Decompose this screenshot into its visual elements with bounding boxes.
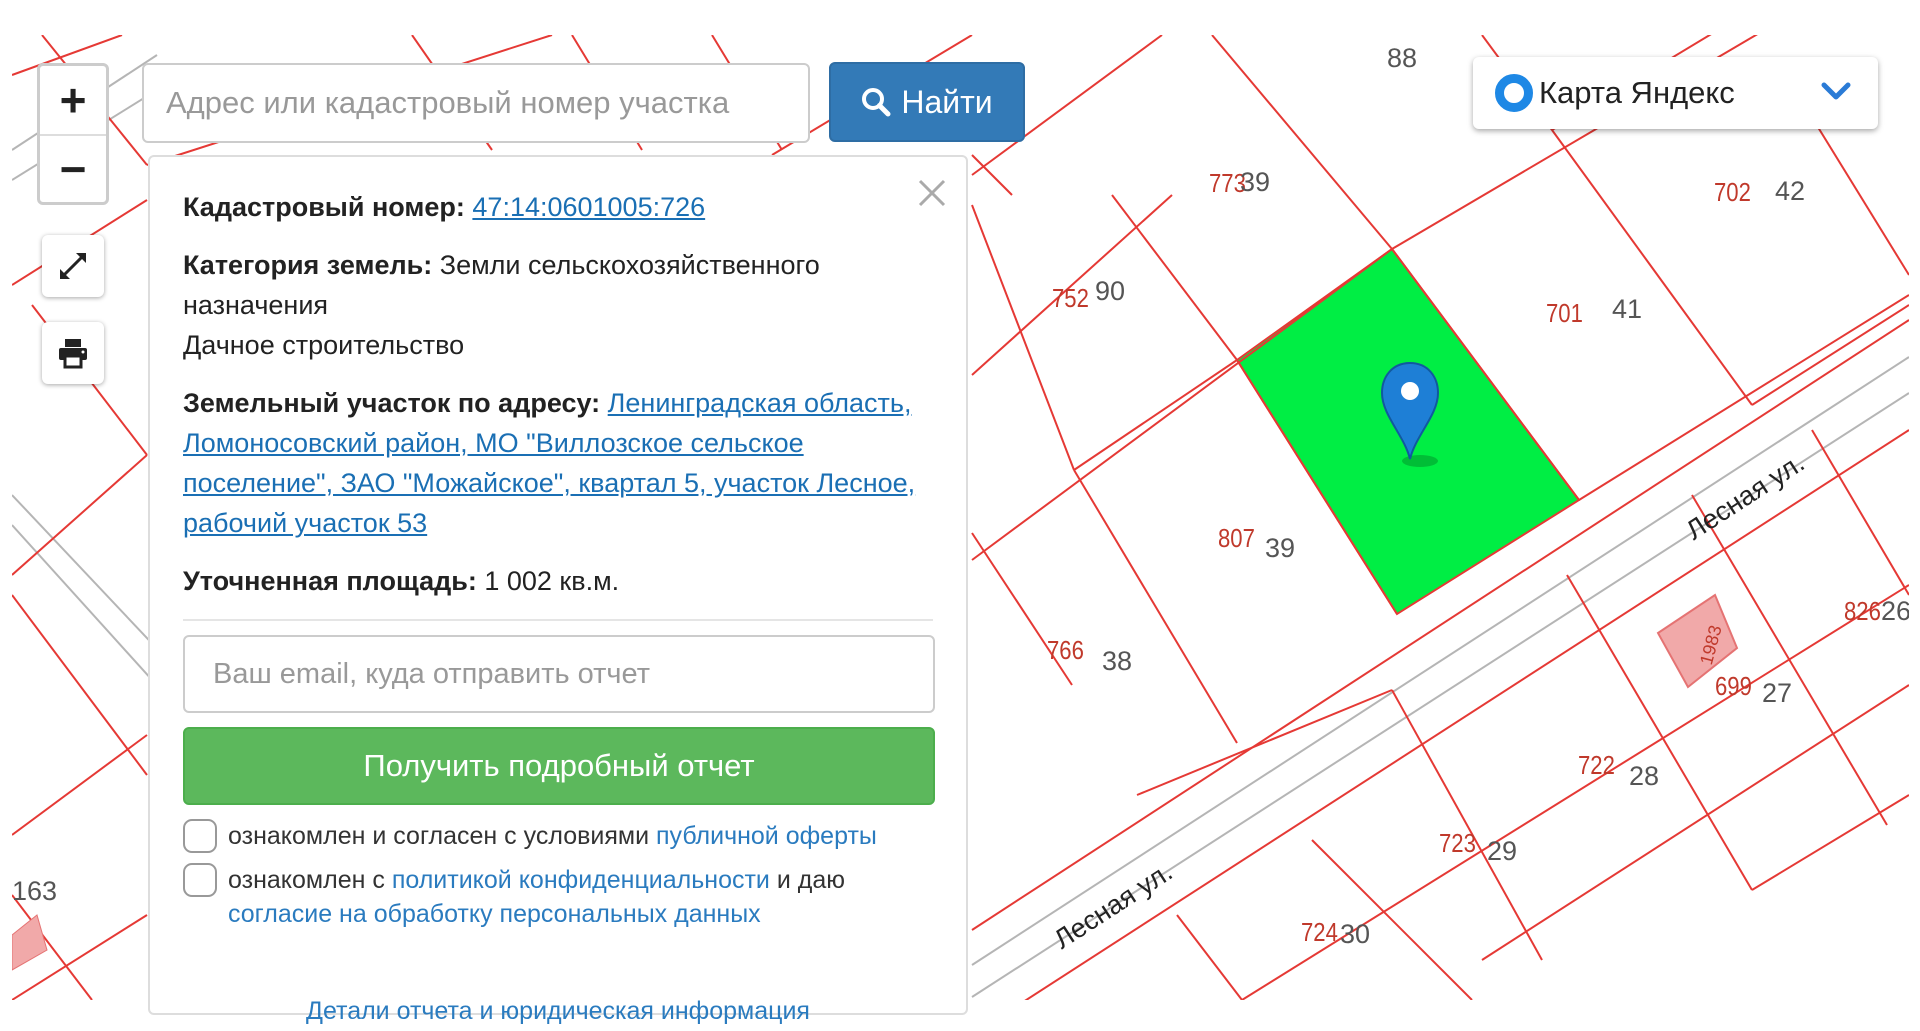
house-number: 88 xyxy=(1387,43,1418,73)
privacy-consent-text: ознакомлен с xyxy=(228,866,385,894)
zoom-control: + − xyxy=(37,63,109,205)
radio-selected-icon xyxy=(1495,74,1533,112)
house-number: 30 xyxy=(1340,919,1371,949)
privacy-consent-row: ознакомлен с политикой конфиденциальност… xyxy=(183,863,933,931)
address-label: Земельный участок по адресу: xyxy=(183,388,601,418)
house-number: 27 xyxy=(1762,678,1793,708)
offer-consent-checkbox[interactable] xyxy=(183,819,217,853)
area-label: Уточненная площадь: xyxy=(183,566,477,596)
house-number: 39 xyxy=(1240,167,1271,197)
offer-consent-row: ознакомлен и согласен с условиями публич… xyxy=(183,819,933,853)
plot-number: 807 xyxy=(1218,523,1255,553)
building-left xyxy=(12,914,48,971)
chevron-down-icon xyxy=(1821,82,1851,100)
house-number: 29 xyxy=(1487,836,1518,866)
address-row: Земельный участок по адресу: Ленинградск… xyxy=(183,383,933,543)
public-offer-link[interactable]: публичной оферты xyxy=(656,822,877,850)
house-number: 38 xyxy=(1102,646,1133,676)
print-button[interactable] xyxy=(42,322,104,384)
divider xyxy=(183,619,933,621)
plot-number: 826 xyxy=(1844,596,1881,626)
house-number: 41 xyxy=(1612,294,1643,324)
land-usage-value: Дачное строительство xyxy=(183,330,465,360)
search-button-label: Найти xyxy=(901,83,993,120)
privacy-policy-link[interactable]: политикой конфиденциальности xyxy=(392,866,770,894)
zoom-in-button[interactable]: + xyxy=(40,66,106,134)
plot-number: 723 xyxy=(1439,828,1476,858)
personal-data-consent-link[interactable]: согласие на обработку персональных данны… xyxy=(228,900,761,928)
close-icon[interactable] xyxy=(916,177,948,209)
search-button[interactable]: Найти xyxy=(829,62,1025,142)
email-field[interactable] xyxy=(183,635,935,713)
cadastral-number-label: Кадастровый номер: xyxy=(183,192,465,222)
map-layer-select[interactable]: Карта Яндекс xyxy=(1473,57,1878,129)
area-row: Уточненная площадь: 1 002 кв.м. xyxy=(183,561,933,601)
printer-icon xyxy=(59,339,87,369)
privacy-consent-checkbox[interactable] xyxy=(183,863,217,897)
search-icon xyxy=(862,88,891,117)
plot-number: 722 xyxy=(1578,750,1615,780)
plot-number: 766 xyxy=(1047,635,1084,665)
cadastral-number-link[interactable]: 47:14:0601005:726 xyxy=(472,192,705,222)
parcel-info-panel: Кадастровый номер: 47:14:0601005:726 Кат… xyxy=(148,155,968,1025)
house-number: 26 xyxy=(1881,596,1909,626)
plot-number: 752 xyxy=(1052,283,1089,313)
report-details-link[interactable]: Детали отчета и юридическая информация xyxy=(183,991,933,1031)
house-number: 28 xyxy=(1629,761,1660,791)
zoom-out-button[interactable]: − xyxy=(40,134,106,202)
expand-icon xyxy=(60,253,86,279)
fullscreen-button[interactable] xyxy=(42,235,104,297)
plot-number: 699 xyxy=(1715,671,1752,701)
plot-number: 724 xyxy=(1301,917,1338,947)
house-number: 39 xyxy=(1265,533,1296,563)
plot-number: 702 xyxy=(1714,177,1751,207)
land-category-row: Категория земель: Земли сельскохозяйстве… xyxy=(183,245,933,365)
privacy-consent-text2: и даю xyxy=(776,866,845,894)
get-report-button[interactable]: Получить подробный отчет xyxy=(183,727,935,805)
area-value: 1 002 кв.м. xyxy=(484,566,620,596)
house-number: 90 xyxy=(1095,276,1126,306)
house-number: 42 xyxy=(1775,176,1806,206)
cadastral-number-row: Кадастровый номер: 47:14:0601005:726 xyxy=(183,187,933,227)
offer-consent-text: ознакомлен и согласен с условиями xyxy=(228,822,650,850)
house-number: 163 xyxy=(12,876,58,906)
address-search-input[interactable] xyxy=(142,63,810,143)
plot-number: 701 xyxy=(1546,298,1583,328)
map-layer-label: Карта Яндекс xyxy=(1539,75,1735,110)
land-category-label: Категория земель: xyxy=(183,250,433,280)
